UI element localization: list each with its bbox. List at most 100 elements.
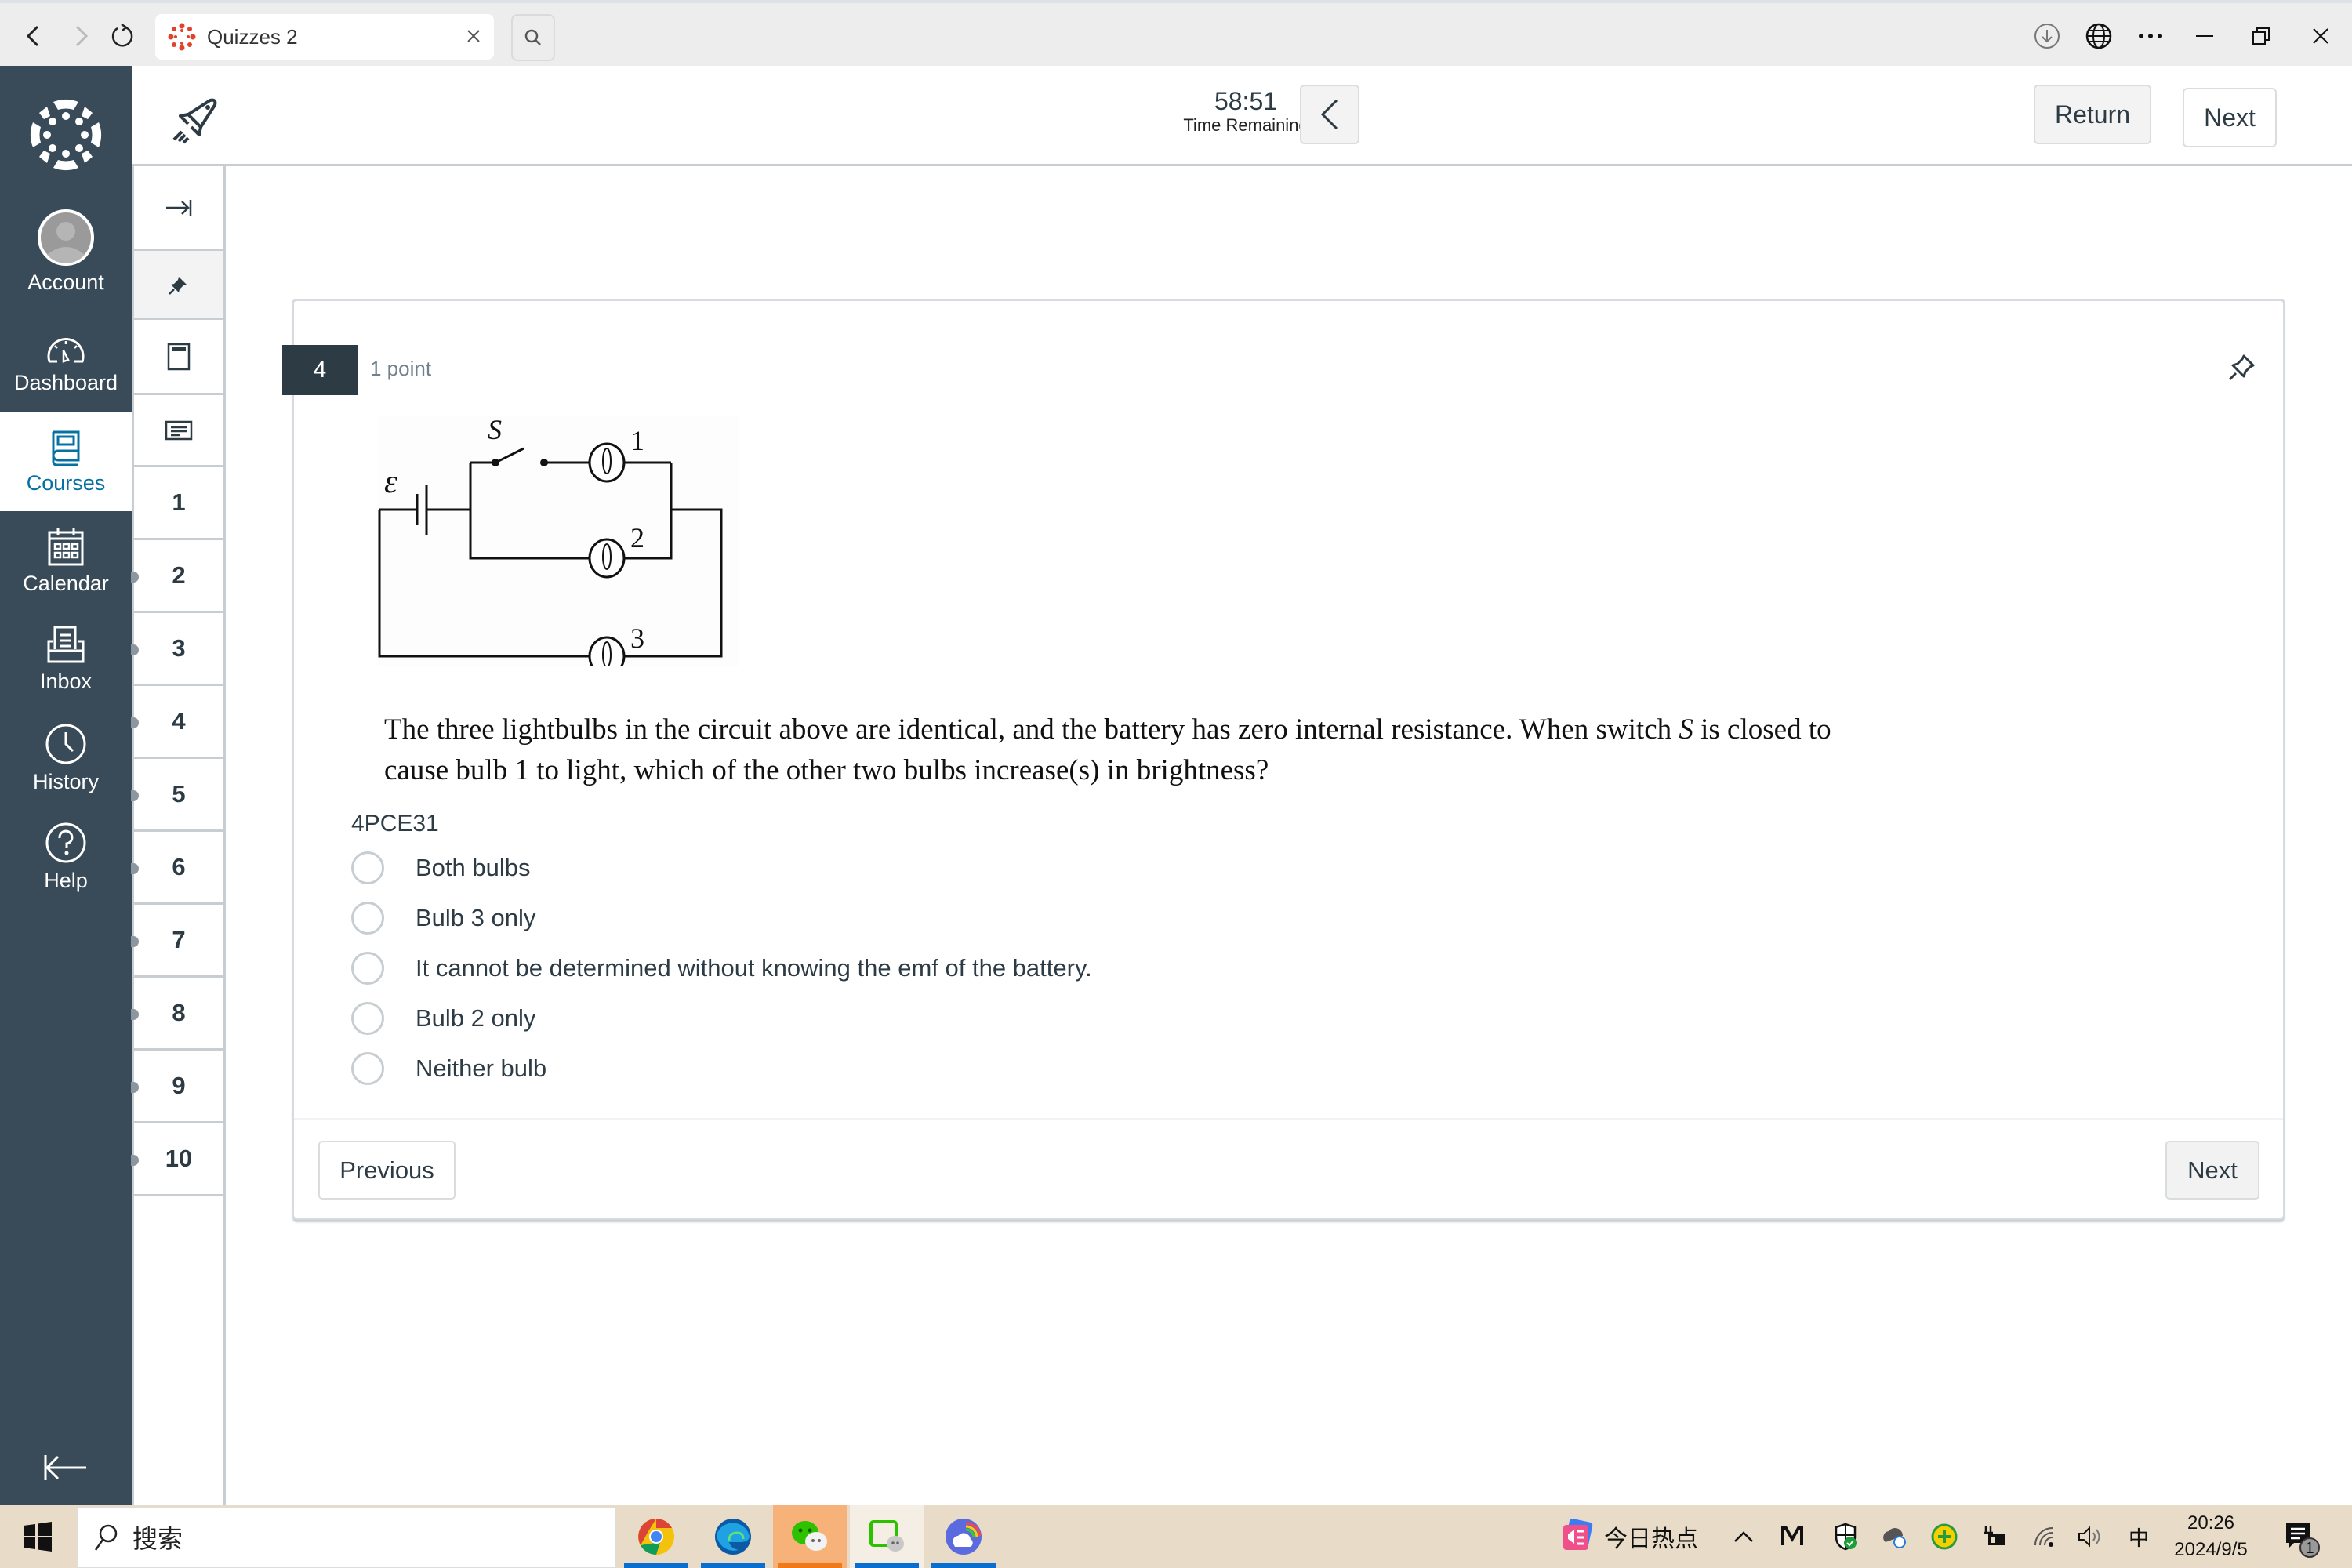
notes-tool-button[interactable] xyxy=(134,395,223,467)
windows-start-icon[interactable] xyxy=(22,1521,53,1552)
taskbar-app-cloud[interactable] xyxy=(927,1505,1000,1568)
taskbar-app-wechat[interactable] xyxy=(773,1505,847,1568)
answer-option[interactable]: Both bulbs xyxy=(351,851,531,885)
taskbar-app-edge[interactable] xyxy=(696,1505,770,1568)
pin-tool-button[interactable] xyxy=(134,251,223,320)
tab-search-button[interactable] xyxy=(511,14,555,61)
return-button[interactable]: Return xyxy=(2034,85,2151,144)
forward-button[interactable] xyxy=(64,19,99,53)
question-text-part1: The three lightbulbs in the circuit abov… xyxy=(384,713,1679,746)
inbox-icon xyxy=(47,626,85,662)
minimize-button[interactable] xyxy=(2176,10,2233,62)
calculator-tool-button[interactable] xyxy=(134,320,223,395)
answer-radio[interactable] xyxy=(351,1002,384,1035)
taskbar-clock[interactable]: 20:26 2024/9/5 xyxy=(2164,1510,2258,1563)
answer-option[interactable]: Neither bulb xyxy=(351,1051,546,1086)
more-button[interactable] xyxy=(2125,10,2176,62)
question-nav-item-9[interactable]: 9 xyxy=(131,1051,223,1123)
bulb-2-label: 2 xyxy=(630,522,644,554)
question-nav-item-8[interactable]: 8 xyxy=(131,978,223,1051)
globe-icon xyxy=(2085,23,2112,49)
answer-option[interactable]: Bulb 2 only xyxy=(351,1001,535,1036)
circuit-diagram: ε S 1 2 3 xyxy=(378,416,739,666)
notification-center-icon[interactable]: 1 xyxy=(2281,1519,2321,1559)
question-nav-item-5[interactable]: 5 xyxy=(131,759,223,832)
close-tab-button[interactable] xyxy=(458,24,489,49)
pin-question-icon[interactable] xyxy=(2227,351,2258,383)
chevron-left-icon xyxy=(1320,99,1338,130)
browser-toolbar: Quizzes 2 xyxy=(0,0,2352,66)
ime-indicator[interactable]: 中 xyxy=(2123,1521,2154,1552)
news-icon xyxy=(1563,1519,1593,1550)
browser-controls xyxy=(2021,6,2352,66)
header-next-button[interactable]: Next xyxy=(2183,88,2277,147)
timer-toggle-button[interactable] xyxy=(1300,85,1359,144)
show-hidden-icons-button[interactable] xyxy=(1728,1521,1759,1552)
downloads-button[interactable] xyxy=(2021,10,2073,62)
question-nav-item-3[interactable]: 3 xyxy=(131,613,223,686)
battery-charging-icon xyxy=(1984,1526,2005,1545)
answer-label: It cannot be determined without knowing … xyxy=(416,954,1092,982)
question-nav-item-7[interactable]: 7 xyxy=(131,905,223,978)
question-navigation: 1 2 3 4 5 6 7 8 9 10 xyxy=(131,166,226,1505)
answer-radio[interactable] xyxy=(351,1052,384,1085)
taskbar-app-chrome[interactable] xyxy=(619,1505,693,1568)
plus-app-icon xyxy=(1931,1523,1958,1550)
nav-account[interactable]: Account xyxy=(0,202,132,301)
previous-button[interactable]: Previous xyxy=(318,1141,456,1200)
bulb-1 xyxy=(588,442,626,483)
tray-security[interactable] xyxy=(1830,1521,1861,1552)
answer-radio[interactable] xyxy=(351,952,384,985)
collapse-nav-icon[interactable] xyxy=(42,1452,89,1483)
browser-tab[interactable]: Quizzes 2 xyxy=(155,14,494,60)
tray-volume[interactable] xyxy=(2074,1521,2106,1552)
emf-label: ε xyxy=(384,464,397,500)
answer-radio[interactable] xyxy=(351,851,384,884)
running-indicator xyxy=(624,1563,688,1568)
question-nav-item-2[interactable]: 2 xyxy=(131,540,223,613)
answered-indicator xyxy=(131,571,139,583)
card-divider xyxy=(294,1118,2283,1120)
nav-history[interactable]: History xyxy=(0,709,132,808)
canvas-logo-icon[interactable] xyxy=(30,99,102,171)
nav-dashboard[interactable]: Dashboard xyxy=(0,315,132,414)
question-nav-label: 9 xyxy=(172,1072,186,1099)
nav-calendar[interactable]: Calendar xyxy=(0,511,132,610)
cloud-app-icon xyxy=(946,1519,982,1555)
chevron-right-icon xyxy=(75,25,89,47)
edge-icon xyxy=(715,1519,751,1555)
refresh-button[interactable] xyxy=(105,19,140,53)
taskbar-news-widget[interactable]: 今日热点 xyxy=(1560,1505,1698,1568)
tray-app-m[interactable] xyxy=(1777,1521,1808,1552)
nav-courses[interactable]: Courses xyxy=(0,412,132,511)
answer-option[interactable]: It cannot be determined without knowing … xyxy=(351,951,1092,985)
taskbar-app-wechat-work[interactable] xyxy=(850,1505,924,1568)
tray-onedrive[interactable] xyxy=(1878,1521,1910,1552)
question-nav-item-10[interactable]: 10 xyxy=(131,1123,223,1196)
question-nav-label: 2 xyxy=(172,561,186,589)
back-button[interactable] xyxy=(16,19,50,53)
question-nav-item-6[interactable]: 6 xyxy=(131,832,223,905)
volume-icon xyxy=(2078,1526,2100,1548)
nav-inbox[interactable]: Inbox xyxy=(0,610,132,709)
expand-sidebar-button[interactable] xyxy=(134,166,223,251)
expand-icon xyxy=(166,199,192,216)
m-app-icon xyxy=(1781,1526,1803,1545)
tray-power[interactable] xyxy=(1979,1521,2010,1552)
tray-network[interactable] xyxy=(2029,1521,2060,1552)
translate-button[interactable] xyxy=(2073,10,2125,62)
rocket-icon[interactable] xyxy=(171,94,221,144)
answer-option[interactable]: Bulb 3 only xyxy=(351,901,535,935)
question-nav-label: 1 xyxy=(172,488,186,516)
close-window-button[interactable] xyxy=(2289,10,2352,62)
download-icon xyxy=(2034,24,2060,49)
nav-help[interactable]: Help xyxy=(0,808,132,906)
taskbar-search[interactable]: 搜索 xyxy=(77,1507,616,1568)
tray-app-plus[interactable] xyxy=(1929,1521,1960,1552)
answer-radio[interactable] xyxy=(351,902,384,935)
question-nav-item-1[interactable]: 1 xyxy=(134,467,223,540)
next-button[interactable]: Next xyxy=(2165,1141,2259,1200)
question-nav-item-4[interactable]: 4 xyxy=(131,686,223,759)
restore-button[interactable] xyxy=(2233,10,2289,62)
shield-check-icon xyxy=(1835,1523,1857,1551)
